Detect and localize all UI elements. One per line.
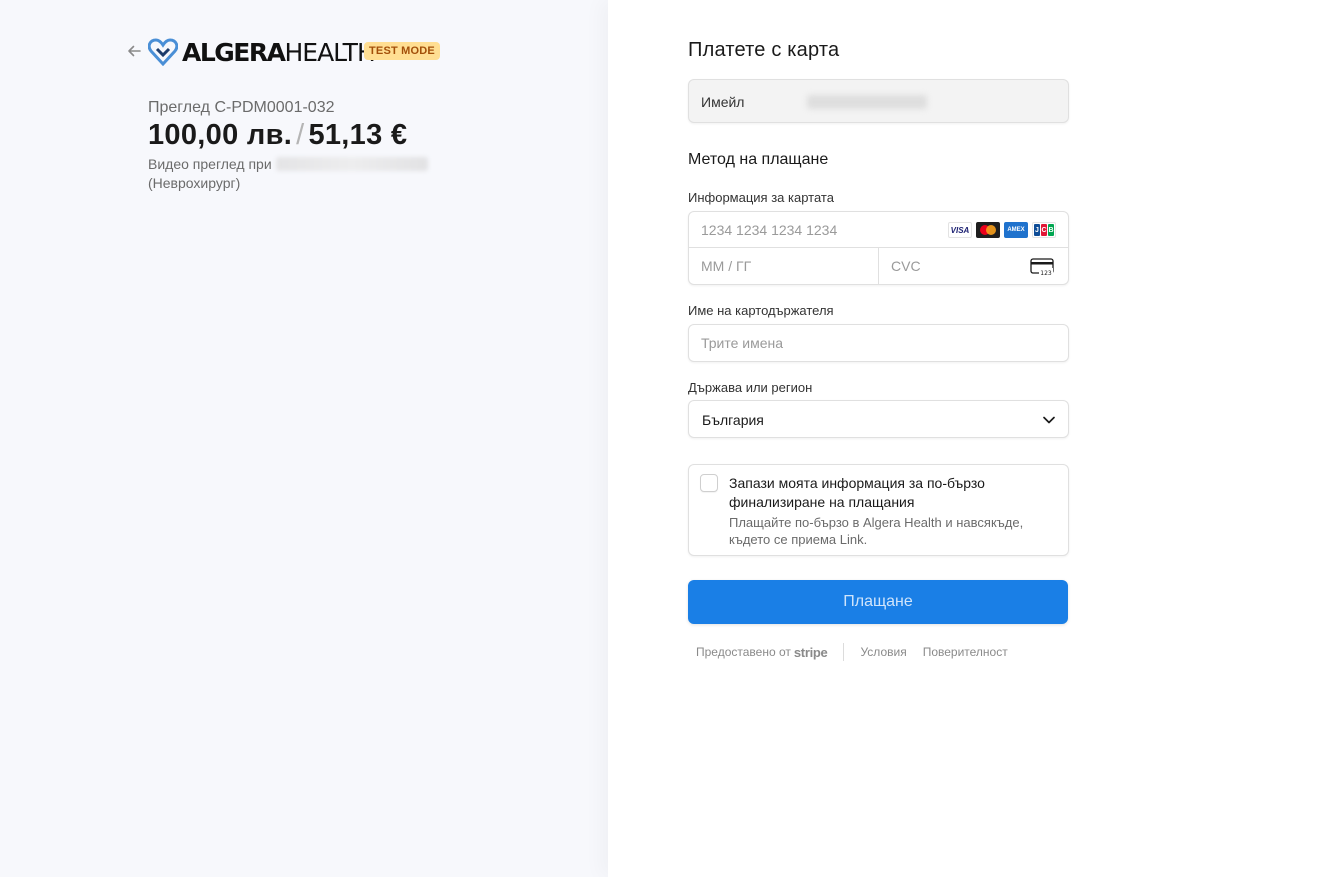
price-bgn: 100,00 лв. bbox=[148, 119, 293, 151]
expiry-input[interactable]: ММ / ГГ bbox=[689, 248, 879, 284]
privacy-link[interactable]: Поверителност bbox=[923, 645, 1008, 659]
cardholder-label: Име на картодържателя bbox=[688, 303, 834, 318]
powered-by-label: Предоставено от bbox=[696, 645, 791, 659]
terms-link[interactable]: Условия bbox=[860, 645, 906, 659]
mastercard-icon bbox=[976, 222, 1000, 238]
cvc-card-icon: 123 bbox=[1030, 258, 1054, 276]
email-field[interactable]: Имейл bbox=[688, 79, 1069, 123]
form-title: Платете с карта bbox=[688, 39, 840, 61]
payment-method-title: Метод на плащане bbox=[688, 151, 829, 168]
card-number-input[interactable]: 1234 1234 1234 1234 VISA AMEX JCB bbox=[689, 212, 1068, 248]
card-info-label: Информация за картата bbox=[688, 190, 834, 205]
footer-divider bbox=[843, 643, 845, 661]
card-details-group: 1234 1234 1234 1234 VISA AMEX JCB ММ / Г… bbox=[688, 211, 1069, 285]
visa-icon: VISA bbox=[948, 222, 972, 238]
product-description: Видео преглед при (Неврохирург) bbox=[148, 155, 448, 193]
stripe-logo[interactable]: stripe bbox=[794, 645, 828, 660]
heart-logo-icon bbox=[148, 38, 178, 66]
country-label: Държава или регион bbox=[688, 380, 813, 395]
logo-text-thin: HEALTH bbox=[284, 37, 375, 67]
cardholder-placeholder: Трите имена bbox=[701, 335, 784, 351]
card-brands: VISA AMEX JCB bbox=[948, 222, 1056, 238]
save-info-title[interactable]: Запази моята информация за по-бързо фина… bbox=[729, 474, 1049, 512]
order-summary-pane: ALGERA HEALTH TEST MODE Преглед C-PDM0001… bbox=[0, 0, 608, 877]
price-separator: / bbox=[296, 119, 305, 151]
description-suffix: (Неврохирург) bbox=[148, 175, 241, 191]
save-info-description: Плащайте по-бързо в Algera Health и навс… bbox=[729, 515, 1024, 547]
save-info-box: Запази моята информация за по-бързо фина… bbox=[688, 464, 1069, 556]
cvc-placeholder: CVC bbox=[891, 258, 921, 274]
product-name: Преглед C-PDM0001-032 bbox=[148, 99, 335, 116]
description-prefix: Видео преглед при bbox=[148, 156, 272, 172]
save-info-checkbox[interactable] bbox=[700, 474, 718, 492]
logo-text-bold: ALGERA bbox=[182, 37, 286, 67]
chevron-down-icon bbox=[1043, 416, 1055, 424]
price-display: 100,00 лв./51,13 € bbox=[148, 119, 407, 152]
pay-button[interactable]: Плащане bbox=[688, 580, 1068, 624]
cvc-input[interactable]: CVC 123 bbox=[879, 248, 1068, 284]
redacted-email bbox=[807, 95, 927, 109]
card-number-placeholder: 1234 1234 1234 1234 bbox=[701, 222, 838, 238]
jcb-icon: JCB bbox=[1032, 222, 1056, 238]
test-mode-badge: TEST MODE bbox=[364, 42, 440, 60]
amex-icon: AMEX bbox=[1004, 222, 1028, 238]
back-arrow-icon[interactable] bbox=[125, 42, 143, 60]
expiry-placeholder: ММ / ГГ bbox=[701, 258, 752, 274]
redacted-doctor-name bbox=[275, 157, 428, 171]
footer: Предоставено от stripe Условия Поверител… bbox=[696, 643, 1008, 661]
merchant-logo[interactable]: ALGERA HEALTH bbox=[148, 36, 376, 68]
country-select[interactable]: България bbox=[688, 400, 1069, 438]
country-value: България bbox=[702, 412, 764, 428]
email-label: Имейл bbox=[701, 94, 745, 110]
payment-form-pane: Платете с карта Имейл Метод на плащане И… bbox=[608, 0, 1342, 877]
svg-text:123: 123 bbox=[1040, 270, 1052, 276]
price-eur: 51,13 € bbox=[308, 119, 408, 151]
cardholder-input[interactable]: Трите имена bbox=[688, 324, 1069, 362]
